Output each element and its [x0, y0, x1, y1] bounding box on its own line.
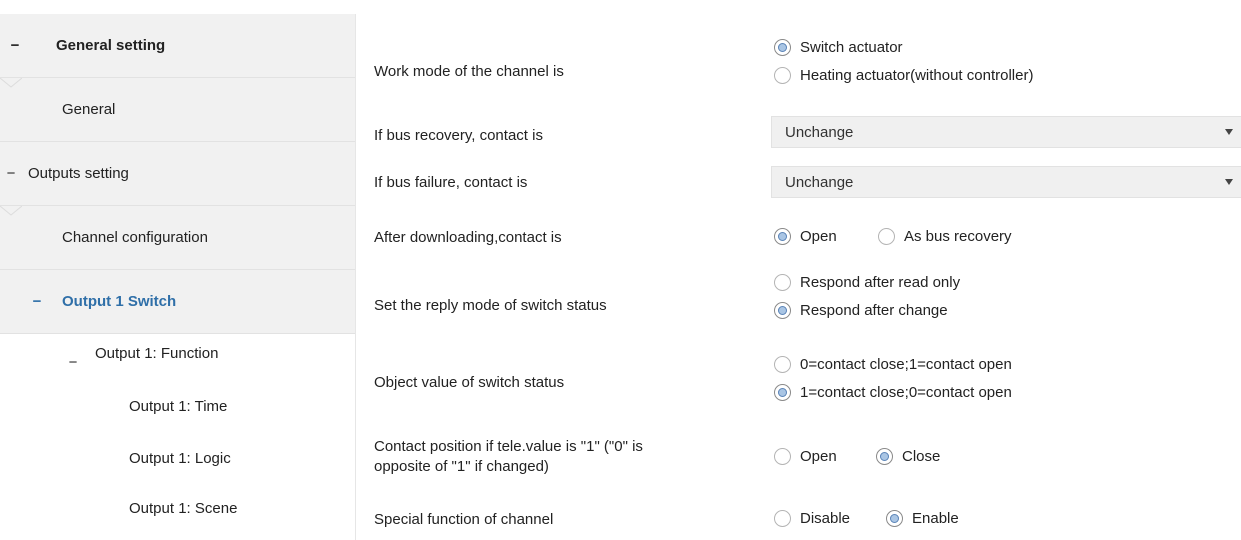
radio-label: Switch actuator — [800, 39, 903, 56]
radio-option-heating-actuator[interactable]: Heating actuator(without controller) — [774, 67, 1033, 84]
radio-checked-icon[interactable] — [886, 510, 903, 527]
radio-option-disable[interactable]: Disable — [774, 510, 850, 527]
param-label: Set the reply mode of switch status — [374, 297, 607, 314]
tree-item-label: General — [62, 101, 116, 118]
param-special-function: Special function of channel Disable Enab… — [356, 504, 1241, 540]
tree-item-label: Output 1: Logic — [129, 449, 231, 467]
chevron-down-icon[interactable] — [1225, 129, 1233, 135]
param-contact-position: Contact position if tele.value is "1" ("… — [356, 434, 1241, 486]
param-label: opposite of "1" if changed) — [374, 458, 549, 475]
tree-item-output-1-switch[interactable]: − Output 1 Switch — [0, 270, 355, 334]
param-work-mode: Work mode of the channel is Switch actua… — [356, 14, 1241, 114]
parameter-tree-sidebar: − General setting General − Outputs sett… — [0, 14, 355, 540]
tree-item-general[interactable]: General — [0, 78, 355, 142]
tree-item-output-1-logic[interactable]: Output 1: Logic — [0, 438, 355, 478]
radio-label: Heating actuator(without controller) — [800, 67, 1034, 84]
tree-item-label: Outputs setting — [28, 165, 129, 182]
param-bus-recovery: If bus recovery, contact is Unchange — [356, 116, 1241, 156]
radio-unchecked-icon[interactable] — [774, 356, 791, 373]
radio-label: Disable — [800, 510, 851, 527]
tree-item-channel-configuration[interactable]: Channel configuration — [0, 206, 355, 270]
tree-item-label: Output 1: Scene — [129, 499, 238, 517]
radio-label: 1=contact close;0=contact open — [800, 384, 1012, 401]
radio-label: As bus recovery — [904, 228, 1012, 245]
tree-item-outputs-setting[interactable]: − Outputs setting — [0, 142, 355, 206]
radio-label: 0=contact close;1=contact open — [800, 356, 1012, 373]
chevron-down-icon[interactable] — [1225, 179, 1233, 185]
bus-failure-dropdown[interactable]: Unchange — [771, 166, 1241, 198]
tree-item-label: General setting — [56, 37, 166, 54]
radio-unchecked-icon[interactable] — [774, 448, 791, 465]
collapse-icon[interactable]: − — [8, 37, 22, 54]
param-reply-mode: Set the reply mode of switch status Resp… — [356, 272, 1241, 336]
tree-item-output-1-function[interactable]: − Output 1: Function — [0, 334, 355, 390]
tree-connector-icon — [0, 78, 22, 88]
tree-item-general-setting[interactable]: − General setting — [0, 14, 355, 78]
param-label: Work mode of the channel is — [374, 63, 564, 80]
radio-label: Open — [800, 228, 837, 245]
radio-checked-icon[interactable] — [774, 302, 791, 319]
tree-item-output-1-time[interactable]: Output 1: Time — [0, 386, 355, 426]
radio-option-enable[interactable]: Enable — [886, 510, 959, 527]
radio-label: Close — [902, 448, 941, 465]
radio-option-1-contact-close[interactable]: 1=contact close;0=contact open — [774, 384, 1012, 401]
collapse-icon[interactable]: − — [30, 293, 44, 310]
radio-label: Open — [800, 448, 837, 465]
radio-option-as-bus-recovery[interactable]: As bus recovery — [878, 228, 1012, 245]
radio-unchecked-icon[interactable] — [774, 67, 791, 84]
radio-option-open[interactable]: Open — [774, 228, 837, 245]
param-after-downloading: After downloading,contact is Open As bus… — [356, 224, 1241, 264]
parameter-panel: Work mode of the channel is Switch actua… — [355, 14, 1241, 540]
tree-item-label: Output 1 Switch — [62, 293, 177, 310]
param-label: If bus recovery, contact is — [374, 127, 543, 144]
radio-checked-icon[interactable] — [876, 448, 893, 465]
param-label: After downloading,contact is — [374, 229, 562, 246]
radio-unchecked-icon[interactable] — [878, 228, 895, 245]
param-label: If bus failure, contact is — [374, 174, 528, 191]
tree-connector-icon — [0, 206, 22, 216]
radio-option-respond-read-only[interactable]: Respond after read only — [774, 274, 960, 291]
radio-option-close[interactable]: Close — [876, 448, 940, 465]
collapse-icon[interactable]: − — [4, 165, 18, 182]
param-bus-failure: If bus failure, contact is Unchange — [356, 166, 1241, 206]
tree-item-label: Output 1: Time — [129, 397, 228, 415]
collapse-icon[interactable]: − — [66, 354, 80, 371]
radio-checked-icon[interactable] — [774, 228, 791, 245]
dropdown-value: Unchange — [785, 173, 854, 191]
tree-item-output-1-scene[interactable]: Output 1: Scene — [0, 488, 355, 528]
radio-label: Respond after change — [800, 302, 948, 319]
radio-unchecked-icon[interactable] — [774, 274, 791, 291]
bus-recovery-dropdown[interactable]: Unchange — [771, 116, 1241, 148]
radio-label: Respond after read only — [800, 274, 961, 291]
radio-option-open[interactable]: Open — [774, 448, 837, 465]
param-label: Object value of switch status — [374, 374, 565, 391]
radio-option-switch-actuator[interactable]: Switch actuator — [774, 39, 903, 56]
param-label: Special function of channel — [374, 511, 554, 528]
radio-option-0-contact-close[interactable]: 0=contact close;1=contact open — [774, 356, 1012, 373]
param-label: Contact position if tele.value is "1" ("… — [374, 438, 643, 455]
tree-item-label: Output 1: Function — [95, 345, 219, 362]
radio-checked-icon[interactable] — [774, 384, 791, 401]
radio-option-respond-after-change[interactable]: Respond after change — [774, 302, 948, 319]
tree-item-label: Channel configuration — [62, 229, 208, 246]
radio-label: Enable — [912, 510, 959, 527]
radio-unchecked-icon[interactable] — [774, 510, 791, 527]
param-object-value: Object value of switch status 0=contact … — [356, 354, 1241, 418]
radio-checked-icon[interactable] — [774, 39, 791, 56]
dropdown-value: Unchange — [785, 123, 854, 141]
